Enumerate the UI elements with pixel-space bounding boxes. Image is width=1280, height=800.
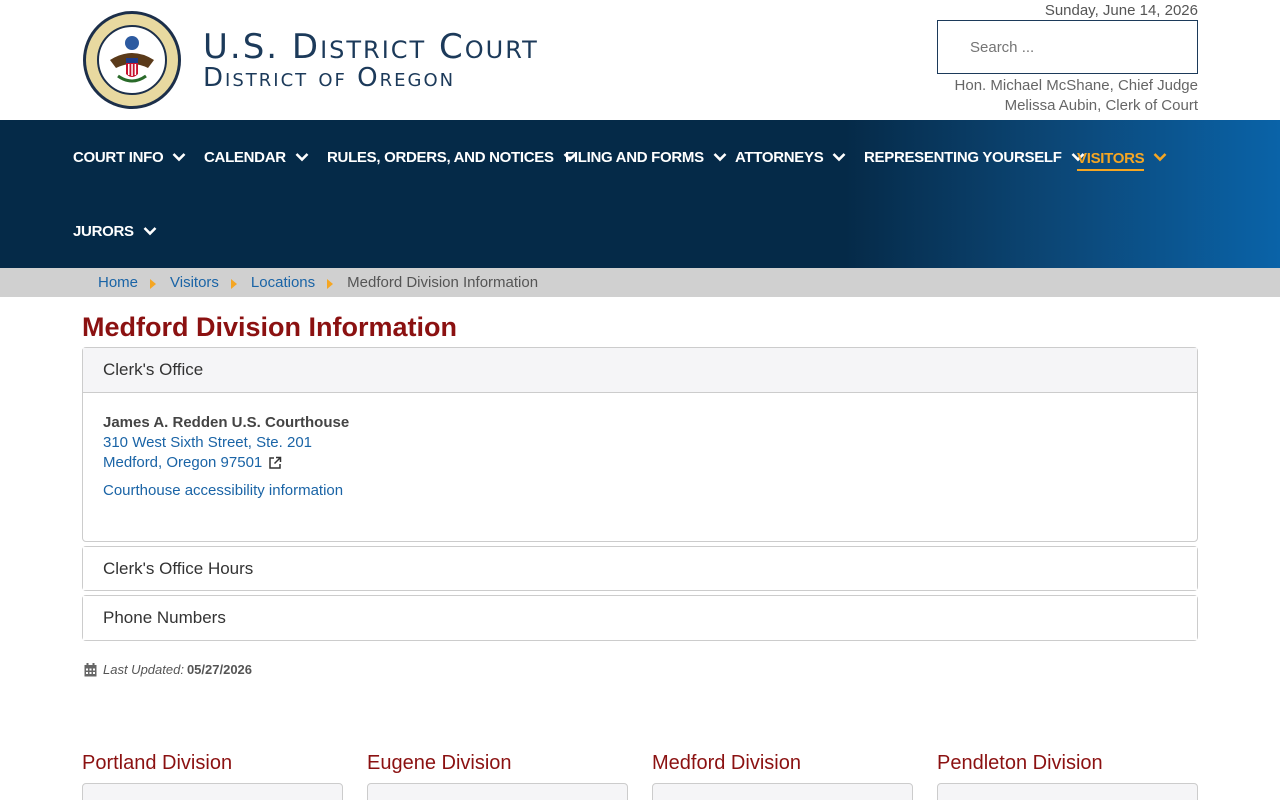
court-name-line2: District of Oregon (203, 63, 456, 93)
chevron-down-icon (143, 227, 157, 236)
chevron-down-icon (295, 153, 309, 162)
panel-header-phone-numbers[interactable]: Phone Numbers (83, 596, 1197, 640)
breadcrumb-separator-icon (230, 278, 237, 289)
last-updated-date: 05/27/2026 (186, 662, 253, 677)
address-line1-link[interactable]: 310 West Sixth Street, Ste. 201 (103, 433, 1177, 453)
chevron-down-icon (833, 153, 846, 162)
division-title: Eugene Division (367, 752, 512, 774)
nav-calendar[interactable]: CALENDAR (204, 120, 309, 194)
accessibility-info-link[interactable]: Courthouse accessibility information (103, 481, 1177, 501)
breadcrumb-visitors[interactable]: Visitors (170, 274, 219, 291)
panel-header-clerks-office[interactable]: Clerk's Office (83, 348, 1197, 393)
division-title: Portland Division (82, 752, 233, 774)
court-name[interactable]: U.S. District Court District of Oregon (203, 30, 539, 92)
site-header: U.S. District Court District of Oregon S… (0, 0, 1280, 120)
breadcrumb-separator-icon (150, 278, 157, 289)
breadcrumb-separator-icon (327, 278, 334, 289)
division-panel[interactable] (367, 783, 628, 800)
nav-attorneys[interactable]: ATTORNEYS (735, 120, 846, 194)
division-pendleton: Pendleton Division (937, 752, 1198, 800)
nav-label: JURORS (73, 222, 134, 240)
clerk-of-court: Melissa Aubin, Clerk of Court (1004, 97, 1198, 114)
nav-label: FILING AND FORMS (565, 148, 704, 166)
panel-phone-numbers: Phone Numbers (82, 595, 1198, 641)
chief-judge: Hon. Michael McShane, Chief Judge (954, 77, 1198, 94)
courthouse-name: James A. Redden U.S. Courthouse (103, 414, 350, 431)
panel-clerks-office-hours: Clerk's Office Hours (82, 546, 1198, 591)
division-title: Pendleton Division (937, 752, 1103, 774)
nav-court-info[interactable]: COURT INFO (73, 120, 186, 194)
panel-clerks-office: Clerk's Office James A. Redden U.S. Cour… (82, 347, 1198, 542)
nav-label: ATTORNEYS (735, 148, 824, 166)
last-updated-label: Last Updated: (103, 662, 184, 677)
breadcrumb-current: Medford Division Information (347, 274, 539, 291)
current-date: Sunday, June 14, 2026 (1044, 2, 1198, 19)
nav-filing-and-forms[interactable]: FILING AND FORMS (565, 120, 727, 194)
nav-rules-orders-notices[interactable]: RULES, ORDERS, AND NOTICES (327, 120, 577, 194)
breadcrumb-home[interactable]: Home (98, 274, 138, 291)
chevron-down-icon (713, 153, 727, 162)
division-portland: Portland Division (82, 752, 343, 800)
last-updated: Last Updated: 05/27/2026 (84, 662, 252, 677)
chevron-down-icon (172, 153, 186, 162)
breadcrumb: Home Visitors Locations Medford Division… (0, 268, 1280, 297)
court-officials: Hon. Michael McShane, Chief Judge Meliss… (955, 76, 1198, 116)
division-panel[interactable] (82, 783, 343, 800)
division-medford: Medford Division (652, 752, 913, 800)
nav-label: REPRESENTING YOURSELF (864, 148, 1062, 166)
court-name-line1: U.S. District Court (203, 27, 539, 67)
division-eugene: Eugene Division (367, 752, 628, 800)
chevron-down-icon (1153, 153, 1167, 162)
search-input[interactable] (937, 20, 1198, 74)
nav-jurors[interactable]: JURORS (73, 194, 157, 268)
nav-label: VISITORS (1077, 150, 1145, 171)
division-title: Medford Division (652, 752, 801, 774)
court-seal-logo[interactable] (82, 10, 182, 110)
division-panel[interactable] (937, 783, 1198, 800)
division-panel[interactable] (652, 783, 913, 800)
nav-label: RULES, ORDERS, AND NOTICES (327, 148, 554, 166)
main-nav: COURT INFO CALENDAR RULES, ORDERS, AND N… (0, 120, 1280, 268)
external-link-icon[interactable] (268, 456, 282, 470)
nav-representing-yourself[interactable]: REPRESENTING YOURSELF (864, 120, 1085, 194)
nav-visitors[interactable]: VISITORS (1077, 120, 1167, 194)
nav-label: CALENDAR (204, 148, 286, 166)
panel-header-clerks-office-hours[interactable]: Clerk's Office Hours (83, 547, 1197, 590)
nav-label: COURT INFO (73, 148, 164, 166)
address-line2-link[interactable]: Medford, Oregon 97501 (103, 453, 262, 473)
page-title: Medford Division Information (82, 312, 457, 342)
breadcrumb-locations[interactable]: Locations (251, 274, 315, 291)
calendar-icon (84, 662, 97, 676)
panel-body-clerks-office: James A. Redden U.S. Courthouse 310 West… (83, 393, 1197, 501)
